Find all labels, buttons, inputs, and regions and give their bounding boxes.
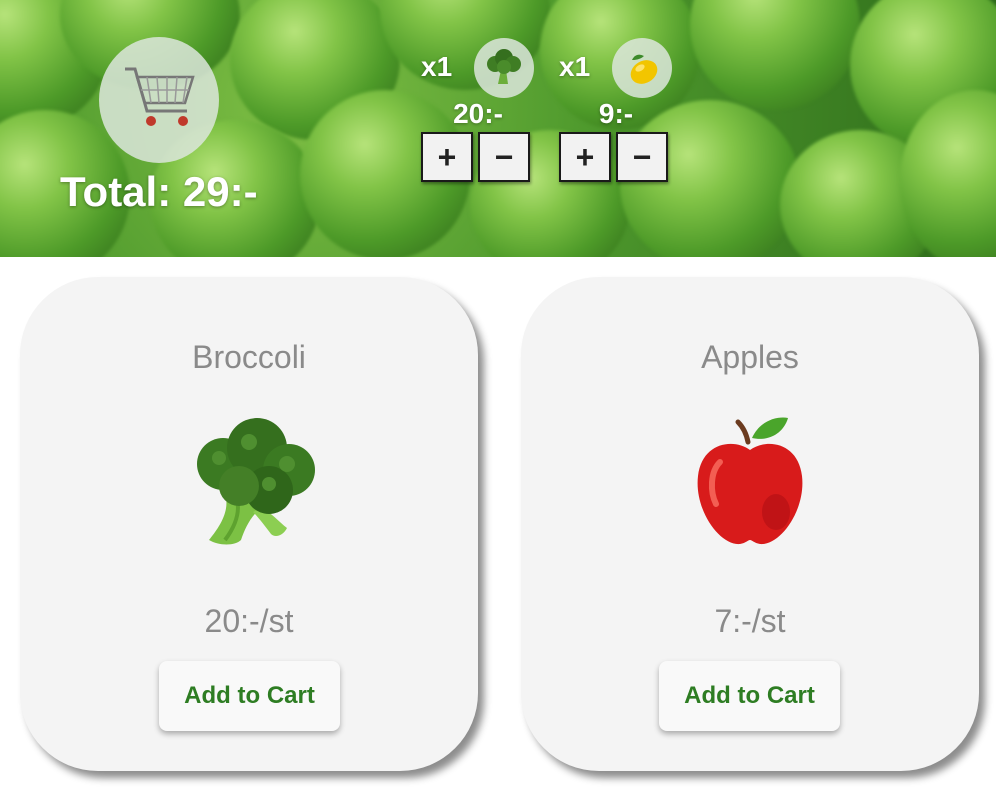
lemon-icon [612,38,672,98]
cart-item-lemon: x1 9:- + − [559,38,689,188]
product-price: 20:-/st [204,603,294,639]
cart-item-qty: x1 [421,51,453,82]
product-card-apples: Apples 7:-/st Add to Cart [521,277,979,771]
decrease-lemon-button[interactable]: − [616,132,668,182]
increase-broccoli-button[interactable]: + [421,132,473,182]
product-name: Apples [701,339,799,375]
increase-lemon-button[interactable]: + [559,132,611,182]
broccoli-icon [474,38,534,98]
cart-total: Total: 29:- [60,168,258,215]
product-price: 7:-/st [714,603,786,639]
decrease-broccoli-button[interactable]: − [478,132,530,182]
product-name: Broccoli [192,339,306,375]
shopping-cart-icon [125,67,195,126]
cart-item-qty: x1 [559,51,591,82]
product-card-broccoli: Broccoli 20:-/st Add to Cart [20,277,478,771]
cart-item-price: 9:- [598,98,634,129]
cart-button[interactable] [99,37,219,163]
cart-item-price: 20:- [453,98,503,129]
cart-item-broccoli: x1 20:- + − [421,38,551,188]
add-to-cart-apples-button[interactable]: Add to Cart [659,661,840,731]
apple-icon [697,417,803,545]
add-to-cart-broccoli-button[interactable]: Add to Cart [159,661,340,731]
header-banner: Total: 29:- x1 20:- + − x1 9:- + − [0,0,996,257]
broccoli-icon [197,418,315,545]
